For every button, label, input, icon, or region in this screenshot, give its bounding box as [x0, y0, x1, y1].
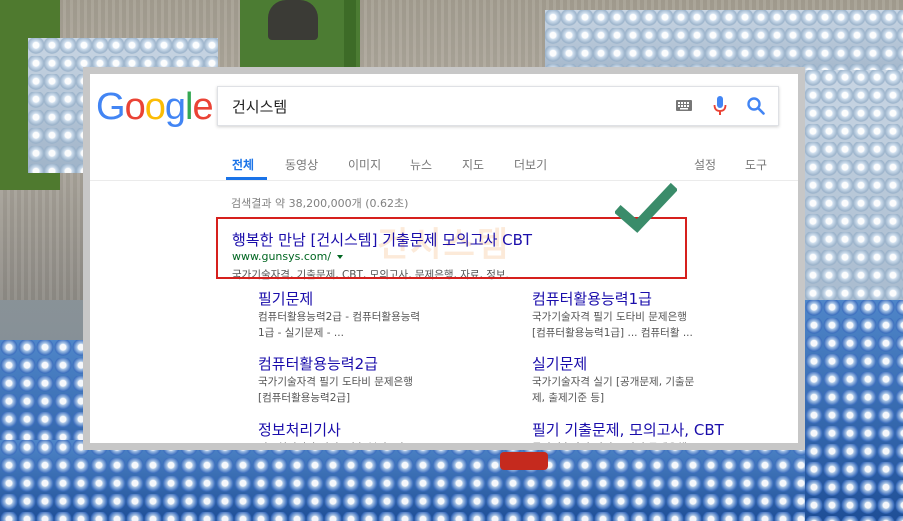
search-input[interactable] [232, 95, 652, 117]
tab-maps[interactable]: 지도 [462, 156, 484, 173]
sitelink-desc: [컴퓨터활용능력2급] [258, 392, 351, 404]
sitelink: 정보처리기사 정보처리기사 필기, 기출 분야, 정보 [258, 420, 508, 450]
search-icon[interactable] [746, 96, 766, 116]
tab-video[interactable]: 동영상 [285, 156, 318, 173]
google-logo[interactable]: Google [96, 86, 214, 128]
sitelink-title[interactable]: 컴퓨터활용능력1급 [532, 289, 782, 309]
active-tab-indicator [226, 177, 267, 180]
search-tabs: 전체 동영상 이미지 뉴스 지도 더보기 설정 도구 [90, 146, 798, 181]
search-results-screenshot: Google 전체 동영상 [83, 67, 805, 450]
logo-letter: l [184, 86, 194, 128]
forklift-driver [240, 0, 360, 70]
logo-letter: G [96, 86, 126, 128]
logo-letter: e [192, 86, 213, 128]
sitelink-title[interactable]: 실기문제 [532, 354, 782, 374]
sitelink-desc: [컴퓨터활용능력1급] ... 컴퓨터활 ... [532, 327, 693, 339]
sitelink-title[interactable]: 필기문제 [258, 289, 508, 309]
sitelink: 필기 기출문제, 모의고사, CBT 국가기술자격 필기 도타비 문제은행 [ [532, 420, 782, 450]
search-box [217, 86, 779, 126]
water-pallet [0, 440, 903, 521]
sitelink-desc: 국가기술자격 필기 도타비 문제은행 [ [532, 442, 695, 450]
sitelink: 필기문제 컴퓨터활용능력2급 - 컴퓨터활용능력 1급 - 실기문제 - ... [258, 289, 508, 341]
logo-letter: o [144, 86, 166, 128]
sitelink-desc: 정보처리기사 필기, 기출 분야, 정보 [258, 442, 414, 450]
brand-label [500, 452, 548, 470]
keyboard-icon[interactable] [676, 100, 692, 111]
sitelink-desc: 국가기술자격 필기 도타비 문제은행 [532, 311, 687, 323]
tab-tools[interactable]: 도구 [745, 156, 767, 173]
tab-all[interactable]: 전체 [232, 156, 254, 173]
sitelink-desc: 컴퓨터활용능력2급 - 컴퓨터활용능력 [258, 311, 421, 323]
sitelink-title[interactable]: 컴퓨터활용능력2급 [258, 354, 508, 374]
result-stats: 검색결과 약 38,200,000개 (0.62초) [231, 197, 409, 210]
water-pallet [805, 300, 903, 521]
logo-letter: o [124, 86, 146, 128]
checkmark-icon [615, 182, 677, 233]
microphone-icon[interactable] [713, 96, 727, 116]
sitelink-desc: 국가기술자격 필기 도타비 문제은행 [258, 376, 413, 388]
sitelink-desc: 1급 - 실기문제 - ... [258, 327, 344, 339]
sitelink: 컴퓨터활용능력2급 국가기술자격 필기 도타비 문제은행 [컴퓨터활용능력2급] [258, 354, 508, 406]
sitelink-title[interactable]: 정보처리기사 [258, 420, 508, 440]
sitelink: 컴퓨터활용능력1급 국가기술자격 필기 도타비 문제은행 [컴퓨터활용능력1급]… [532, 289, 782, 341]
tab-images[interactable]: 이미지 [348, 156, 381, 173]
sitelink-desc: 제, 출제기준 등] [532, 392, 605, 404]
sitelink: 실기문제 국가기술자격 실기 [공개문제, 기출문 제, 출제기준 등] [532, 354, 782, 406]
sitelink-desc: 국가기술자격 실기 [공개문제, 기출문 [532, 376, 695, 388]
tab-more[interactable]: 더보기 [514, 156, 547, 173]
tab-settings[interactable]: 설정 [694, 156, 716, 173]
tab-news[interactable]: 뉴스 [410, 156, 432, 173]
logo-letter: g [164, 86, 186, 128]
sitelink-title[interactable]: 필기 기출문제, 모의고사, CBT [532, 420, 782, 440]
